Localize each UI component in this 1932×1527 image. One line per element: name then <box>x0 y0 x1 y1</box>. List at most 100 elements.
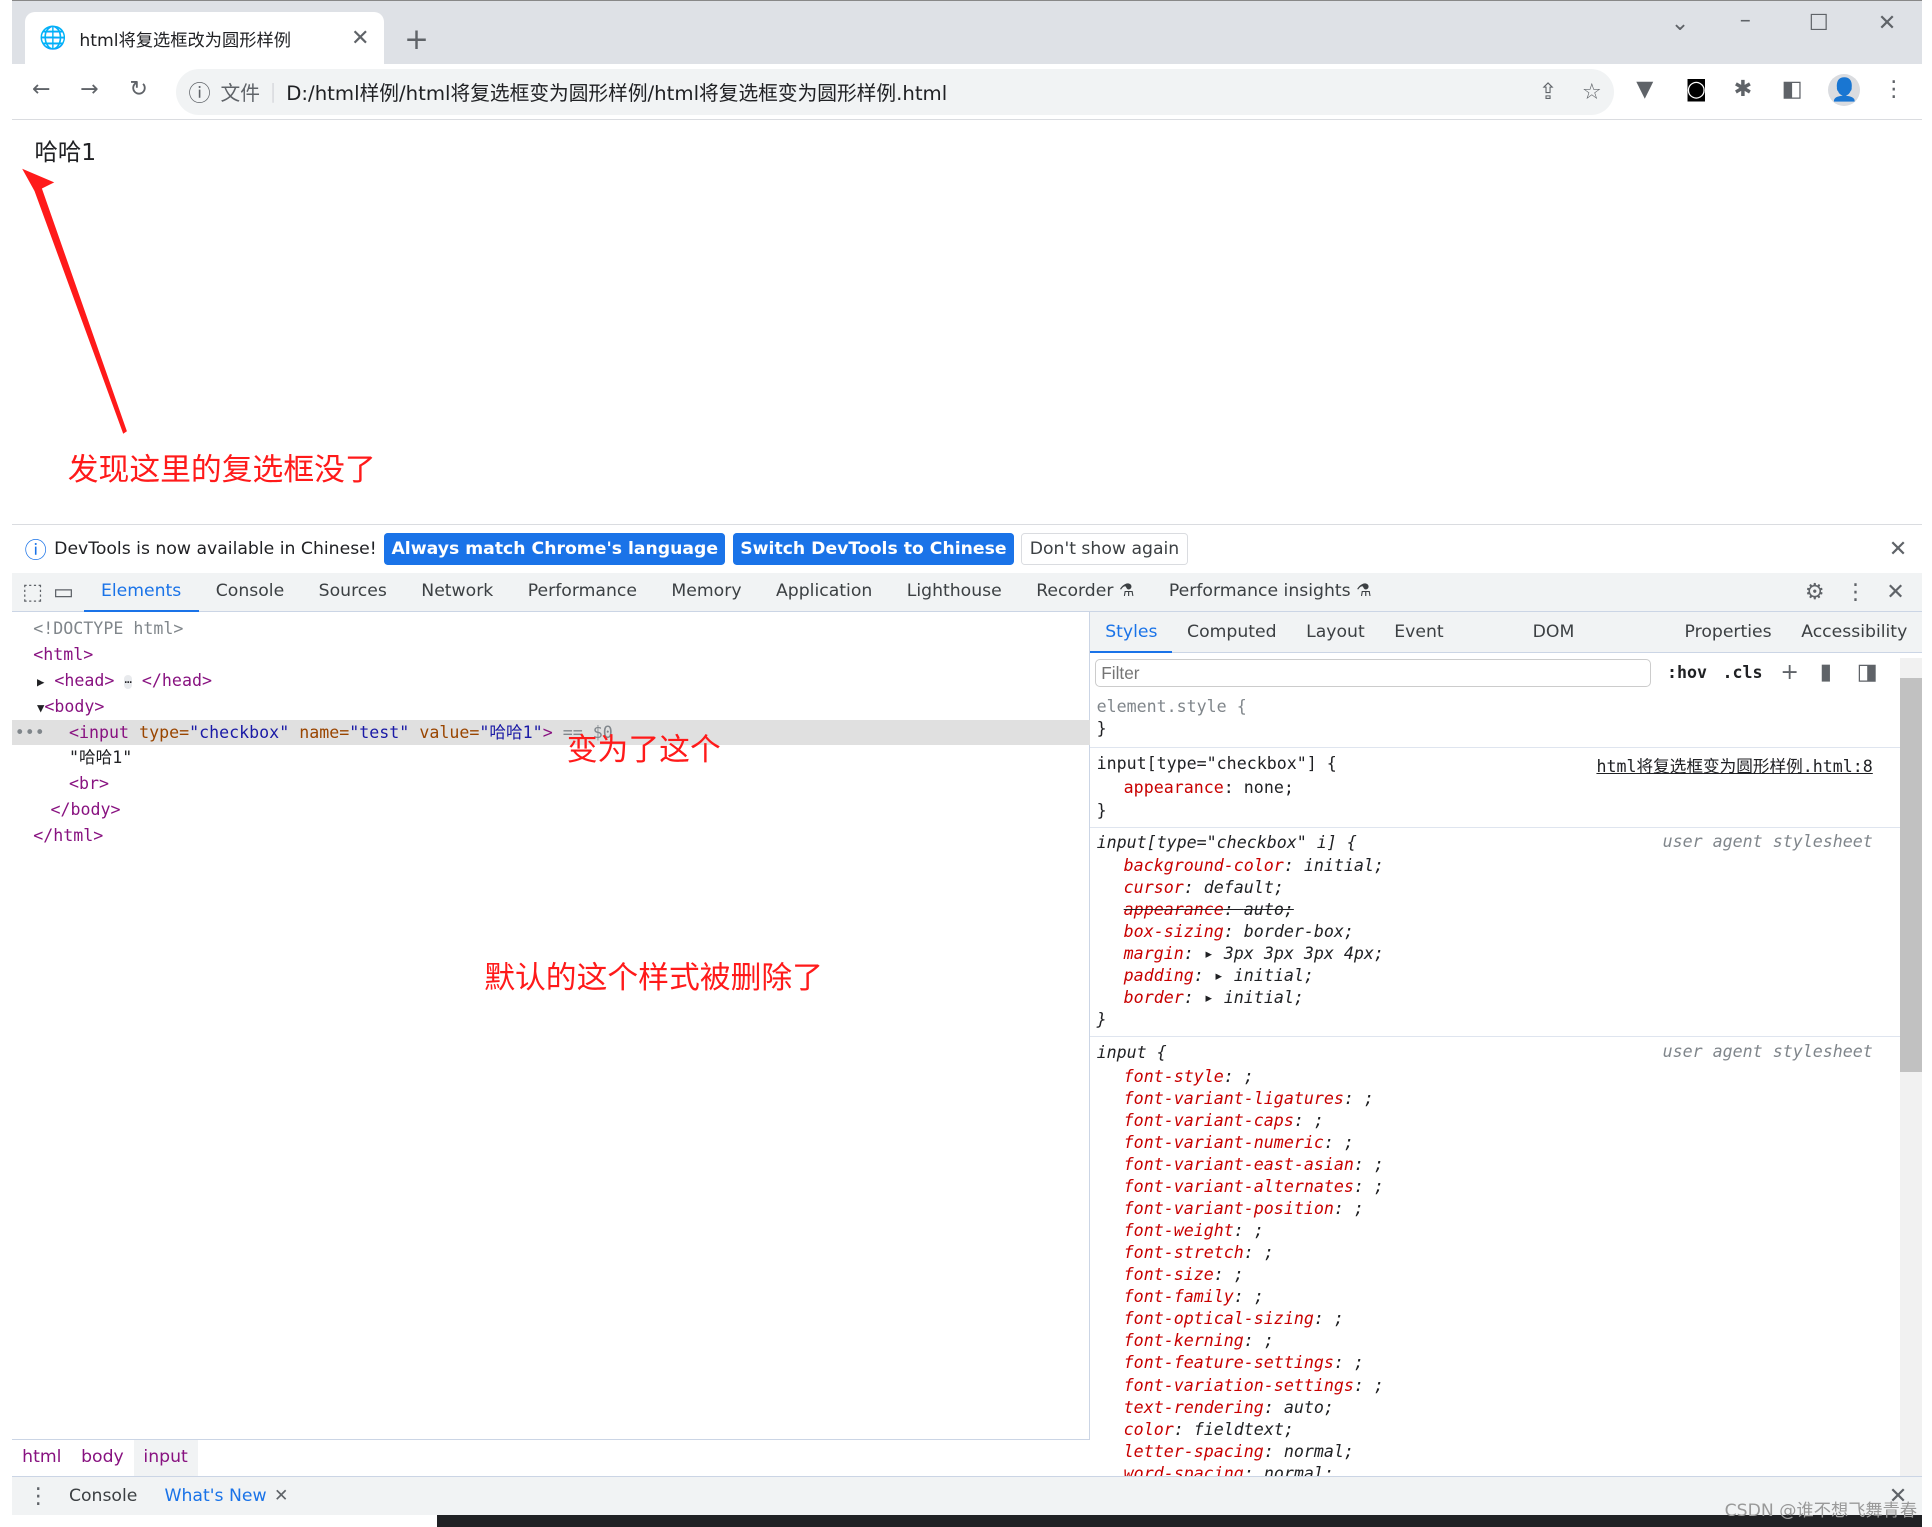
rule1-declaration[interactable]: appearance: none; <box>1124 777 1294 799</box>
switch-to-chinese-button[interactable]: Switch DevTools to Chinese <box>732 532 1014 565</box>
annotation-missing-checkbox: 发现这里的复选框没了 <box>67 451 376 488</box>
breadcrumb-input[interactable]: input <box>133 1440 198 1476</box>
css-declaration[interactable]: margin: ▸ 3px 3px 3px 4px; <box>1124 943 1384 965</box>
styles-pane: Styles Computed Layout Event Listeners D… <box>1090 612 1923 1477</box>
drawer-menu-icon[interactable]: ⋮ <box>27 1483 49 1509</box>
dom-doctype[interactable]: <!DOCTYPE html> <box>33 616 183 642</box>
close-devtools-icon[interactable]: ✕ <box>1886 579 1905 605</box>
drawer-tab-whats-new[interactable]: What's New <box>164 1486 266 1506</box>
device-toolbar-icon[interactable]: ▭ <box>53 579 74 605</box>
subtab-styles[interactable]: Styles <box>1090 612 1173 653</box>
toggle-sidebar-icon[interactable]: ◨ <box>1857 659 1878 685</box>
tab-lighthouse[interactable]: Lighthouse <box>890 572 1019 611</box>
styles-rules: element.style { } input[type="checkbox"]… <box>1090 694 1900 1476</box>
css-declaration[interactable]: font-variant-position: ; <box>1124 1198 1364 1220</box>
css-declaration[interactable]: font-kerning: ; <box>1124 1330 1274 1352</box>
tab-performance[interactable]: Performance <box>511 572 655 611</box>
dom-input-selected[interactable]: ••• <input type="checkbox" name="test" va… <box>12 719 1091 746</box>
arrow-to-label <box>22 168 127 434</box>
css-declaration[interactable]: cursor: default; <box>1124 877 1284 899</box>
css-declaration[interactable]: font-variant-ligatures: ; <box>1124 1088 1374 1110</box>
always-match-language-button[interactable]: Always match Chrome's language <box>384 532 726 565</box>
new-rule-plus-icon[interactable]: + <box>1780 659 1799 685</box>
css-declaration[interactable]: background-color: initial; <box>1124 855 1384 877</box>
subtab-computed[interactable]: Computed <box>1172 612 1291 652</box>
css-declaration[interactable]: appearance: auto; <box>1124 899 1294 921</box>
drawer-bar: ⋮ Console What's New ✕ ✕ <box>12 1476 1923 1516</box>
tab-recorder[interactable]: Recorder ⚗ <box>1019 572 1152 611</box>
expand-triangle-icon: ▶ <box>36 674 45 689</box>
tab-elements[interactable]: Elements <box>83 572 199 612</box>
devtools-tabs: ⬚ ▭ Elements Console Sources Network Per… <box>12 572 1923 613</box>
subtab-properties[interactable]: Properties <box>1670 612 1787 652</box>
elements-dom-tree: <!DOCTYPE html> <html> ▶ <head> ⋯ </head… <box>12 612 1091 1440</box>
subtab-dom-breakpoints[interactable]: DOM Breakpoints <box>1518 612 1670 683</box>
css-declaration[interactable]: font-size: ; <box>1124 1264 1244 1286</box>
css-declaration[interactable]: border: ▸ initial; <box>1124 987 1304 1009</box>
info-icon: ⓘ <box>24 537 47 564</box>
dom-br[interactable]: <br> <box>69 771 109 797</box>
subtab-layout[interactable]: Layout <box>1291 612 1379 652</box>
css-declaration[interactable]: font-variant-east-asian: ; <box>1124 1154 1384 1176</box>
css-declaration[interactable]: font-variant-caps: ; <box>1124 1110 1324 1132</box>
css-declaration[interactable]: font-family: ; <box>1124 1286 1264 1308</box>
css-declaration[interactable]: font-stretch: ; <box>1124 1242 1274 1264</box>
breadcrumb-html[interactable]: html <box>12 1440 71 1476</box>
css-declaration[interactable]: box-sizing: border-box; <box>1124 921 1354 943</box>
css-declaration[interactable]: font-weight: ; <box>1124 1220 1264 1242</box>
tab-memory[interactable]: Memory <box>654 572 759 611</box>
css-declaration[interactable]: padding: ▸ initial; <box>1124 965 1314 987</box>
css-declaration[interactable]: letter-spacing: normal; <box>1124 1441 1354 1463</box>
drawer-tab-console[interactable]: Console <box>69 1486 137 1506</box>
ua-stylesheet-label: user agent stylesheet <box>1662 1042 1873 1062</box>
tab-network[interactable]: Network <box>404 572 510 611</box>
css-declaration[interactable]: font-optical-sizing: ; <box>1124 1308 1344 1330</box>
dom-body-close[interactable]: </body> <box>51 797 121 823</box>
rule3-selector: input { <box>1096 1043 1167 1063</box>
dom-text-node[interactable]: "哈哈1" <box>69 745 132 771</box>
rule2-selector: input[type="checkbox" i] { <box>1096 832 1357 852</box>
settings-gear-icon[interactable]: ⚙ <box>1805 579 1825 605</box>
css-declaration[interactable]: font-variant-numeric: ; <box>1124 1132 1354 1154</box>
css-declaration[interactable]: color: fieldtext; <box>1124 1419 1294 1441</box>
css-declaration[interactable]: text-rendering: auto; <box>1124 1397 1334 1419</box>
styles-scrollbar[interactable] <box>1899 657 1923 1477</box>
cls-toggle[interactable]: .cls <box>1722 663 1762 682</box>
styles-filter-input[interactable] <box>1095 659 1651 688</box>
paint-brush-icon[interactable]: ▮ <box>1820 659 1832 685</box>
annotation-default-removed: 默认的这个样式被删除了 <box>484 960 823 997</box>
element-style-selector: element.style { <box>1096 697 1247 717</box>
styles-subtabs: Styles Computed Layout Event Listeners D… <box>1090 612 1923 683</box>
infobar-message: DevTools is now available in Chinese! <box>54 538 377 559</box>
css-declaration[interactable]: word-spacing: normal; <box>1124 1463 1334 1476</box>
dom-html-close[interactable]: </html> <box>33 823 103 849</box>
tab-sources[interactable]: Sources <box>301 572 404 611</box>
dom-body[interactable]: ▼<body> <box>37 694 104 722</box>
css-declaration[interactable]: font-style: ; <box>1124 1066 1254 1088</box>
breadcrumb-body[interactable]: body <box>71 1440 133 1476</box>
browser-window: 🌐 html将复选框改为圆形样例 ✕ + ⌄ – ☐ ✕ ← → ↻ ⓘ 文件 … <box>0 0 1932 1527</box>
inspect-element-icon[interactable]: ⬚ <box>22 579 43 605</box>
close-infobar-icon[interactable]: ✕ <box>1889 536 1908 562</box>
tab-application[interactable]: Application <box>759 572 890 611</box>
dont-show-again-button[interactable]: Don't show again <box>1021 532 1188 565</box>
hov-toggle[interactable]: :hov <box>1667 663 1707 682</box>
css-declaration[interactable]: font-variant-alternates: ; <box>1124 1176 1384 1198</box>
close-whats-new-icon[interactable]: ✕ <box>274 1486 288 1506</box>
background-window-strip <box>437 1515 1923 1527</box>
subtab-event-listeners[interactable]: Event Listeners <box>1380 612 1518 683</box>
dom-head[interactable]: ▶ <head> ⋯ </head> <box>37 668 212 696</box>
breadcrumb: html body input <box>12 1439 1091 1476</box>
ua-stylesheet-label: user agent stylesheet <box>1662 831 1873 851</box>
rule1-source-link[interactable]: html将复选框变为圆形样例.html:8 <box>1596 753 1872 777</box>
watermark: CSDN @谁不想飞舞青春 <box>1724 1500 1918 1521</box>
more-options-icon[interactable]: ⋮ <box>1844 579 1866 605</box>
tab-console[interactable]: Console <box>199 572 302 611</box>
flask-icon: ⚗ <box>1118 581 1135 602</box>
css-declaration[interactable]: font-feature-settings: ; <box>1124 1352 1364 1374</box>
tab-performance-insights[interactable]: Performance insights ⚗ <box>1152 572 1389 611</box>
dom-html[interactable]: <html> <box>33 642 93 668</box>
rule1-selector: input[type="checkbox"] { <box>1096 753 1337 773</box>
subtab-accessibility[interactable]: Accessibility <box>1786 612 1922 652</box>
css-declaration[interactable]: font-variation-settings: ; <box>1124 1375 1384 1397</box>
